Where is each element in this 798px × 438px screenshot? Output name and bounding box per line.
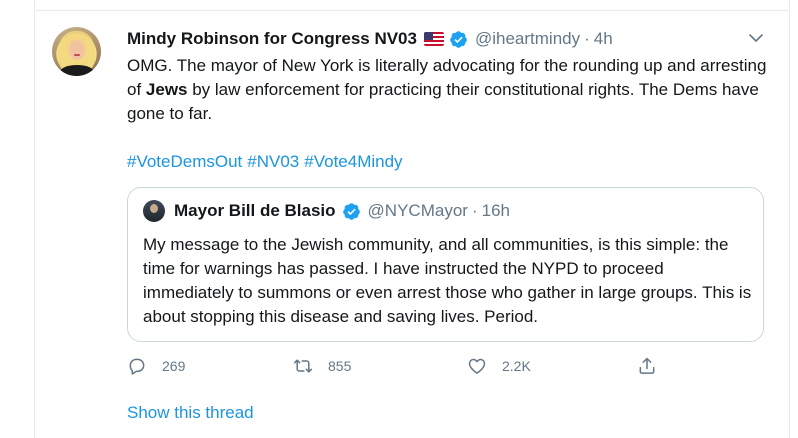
author-handle[interactable]: @iheartmindy <box>475 29 580 49</box>
verified-badge-icon <box>450 30 467 48</box>
tweet-text-bold: Jews <box>145 80 188 99</box>
separator-dot: · <box>471 201 478 220</box>
divider <box>34 10 790 11</box>
tweet-timestamp[interactable]: 4h <box>594 29 613 49</box>
share-button[interactable] <box>637 354 657 378</box>
tweet-actions: 269 855 2.2K <box>127 354 767 378</box>
like-count: 2.2K <box>502 358 531 374</box>
chevron-down-icon[interactable] <box>748 32 764 44</box>
reply-icon <box>129 358 145 375</box>
retweet-button[interactable]: 855 <box>293 354 351 378</box>
hashtag-link[interactable]: #Vote4Mindy <box>304 152 402 171</box>
retweet-count: 855 <box>328 358 352 374</box>
heart-icon <box>468 358 486 374</box>
retweet-icon <box>293 359 313 373</box>
quoted-tweet-card[interactable]: Mayor Bill de Blasio @NYCMayor · 16h My … <box>127 187 764 342</box>
author-avatar[interactable] <box>52 27 101 76</box>
share-icon <box>639 357 655 374</box>
author-display-name[interactable]: Mindy Robinson for Congress NV03 <box>127 29 417 49</box>
tweet-header: Mindy Robinson for Congress NV03 @iheart… <box>127 28 613 50</box>
like-button[interactable]: 2.2K <box>467 354 531 378</box>
verified-badge-icon <box>342 202 360 220</box>
reply-count: 269 <box>162 358 186 374</box>
quoted-tweet-header: Mayor Bill de Blasio @NYCMayor · 16h <box>174 201 510 221</box>
quoted-author-display-name: Mayor Bill de Blasio <box>174 201 336 220</box>
quoted-tweet-timestamp: 16h <box>481 201 510 220</box>
tweet-text-part: by law enforcement for practicing their … <box>127 80 759 123</box>
hashtag-link[interactable]: #VoteDemsOut <box>127 152 242 171</box>
us-flag-icon <box>423 32 444 46</box>
tweet-text: OMG. The mayor of New York is literally … <box>127 54 767 126</box>
reply-button[interactable]: 269 <box>127 354 185 378</box>
quoted-author-avatar <box>143 200 165 222</box>
hashtag-link[interactable]: #NV03 <box>247 152 299 171</box>
show-thread-link[interactable]: Show this thread <box>127 403 254 423</box>
hashtag-list: #VoteDemsOut #NV03 #Vote4Mindy <box>127 150 408 174</box>
quoted-author-handle: @NYCMayor <box>367 201 468 220</box>
separator-dot: · <box>584 29 590 48</box>
quoted-tweet-text: My message to the Jewish community, and … <box>143 235 752 326</box>
